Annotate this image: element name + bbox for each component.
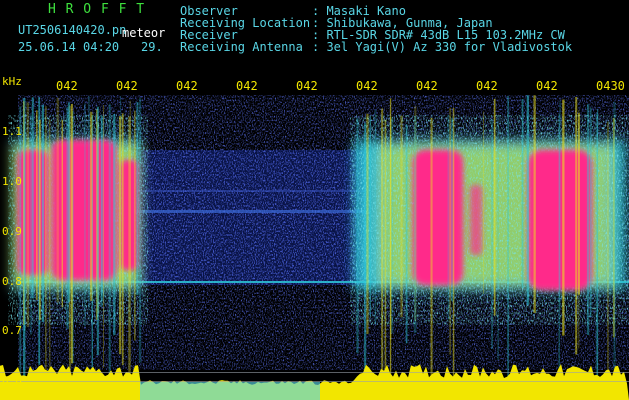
signal-streak [521, 99, 524, 288]
signal-streak [586, 104, 590, 335]
signal-streak [597, 109, 599, 379]
y-tick: 1.1 [2, 125, 22, 138]
signal-streak [139, 97, 142, 363]
signal-streak [39, 120, 41, 321]
signal-streak [30, 114, 32, 335]
signal-streak [483, 111, 484, 294]
time-tick: 0430 [596, 79, 625, 93]
signal-streak [526, 95, 529, 305]
signal-streak [577, 113, 580, 295]
signal-streak [136, 102, 139, 296]
noise-field-dense-2 [130, 150, 370, 285]
signal-streak [41, 104, 44, 323]
signal-streak [128, 116, 131, 379]
time-tick: 042 [56, 79, 78, 93]
signal-streak [84, 103, 86, 327]
signal-streak [121, 113, 124, 366]
time-tick: 042 [356, 79, 378, 93]
signal-streak [400, 115, 403, 318]
signal-streak [103, 105, 104, 368]
signal-streak [49, 119, 51, 386]
signal-streak [374, 109, 377, 324]
time-tick: 042 [116, 79, 138, 93]
signal-streak [113, 114, 116, 336]
signal-streak [449, 107, 451, 355]
signal-streak [562, 99, 565, 336]
signal-streak [134, 110, 136, 341]
y-tick: 0.7 [2, 324, 22, 337]
y-tick: 0.6 [2, 374, 22, 387]
time-tick: 042 [416, 79, 438, 93]
signal-streak [381, 108, 384, 389]
signal-streak [23, 101, 25, 325]
signal-streak [366, 113, 369, 334]
signal-streak [108, 104, 111, 391]
signal-streak [26, 102, 29, 327]
baseline-segment [140, 382, 320, 400]
signal-streak [56, 97, 59, 303]
signal-streak [384, 119, 387, 379]
y-tick: 1.0 [2, 175, 22, 188]
y-tick: 0.9 [2, 225, 22, 238]
signal-streak [607, 122, 609, 380]
signal-streak [590, 107, 592, 317]
signal-streak [96, 106, 99, 356]
time-tick: 042 [176, 79, 198, 93]
spectrogram-screen: H R O F F T UT2506140420.pn meteor 25.06… [0, 0, 629, 400]
signal-streak [575, 97, 578, 355]
time-tick: 042 [236, 79, 258, 93]
separator-line [0, 372, 629, 373]
signal-streak [447, 115, 450, 320]
y-tick: 0.8 [2, 275, 22, 288]
time-tick: 042 [536, 79, 558, 93]
signal-streak [507, 96, 509, 385]
time-tick: 042 [296, 79, 318, 93]
signal-streak [100, 115, 103, 307]
y-axis-unit: kHz [2, 75, 22, 88]
signal-streak [493, 98, 496, 316]
signal-streak [405, 124, 408, 344]
signal-streak [389, 98, 392, 376]
signal-streak [497, 116, 499, 360]
spectrogram-plot [0, 95, 629, 400]
signal-streak [558, 113, 560, 375]
signal-streak [61, 119, 63, 308]
signal-streak [67, 102, 71, 302]
signal-streak [369, 117, 371, 316]
carrier-line-2 [130, 210, 370, 213]
signal-streak [88, 96, 90, 311]
signal-streak [31, 97, 34, 299]
signal-streak [36, 110, 38, 301]
time-tick: 042 [476, 79, 498, 93]
signal-streak [364, 122, 367, 400]
signal-streak [450, 118, 454, 302]
carrier-line-3 [130, 190, 370, 192]
signal-streak [19, 106, 22, 389]
signal-streak [430, 117, 433, 388]
signal-streak [119, 116, 122, 355]
signal-streak [71, 104, 73, 364]
signal-streak [533, 95, 536, 313]
signal-streak [90, 111, 93, 301]
signal-streak [613, 101, 616, 370]
signal-streak [356, 118, 359, 354]
signal-streak [491, 118, 493, 349]
signal-streak [45, 106, 47, 384]
signal-streak [414, 115, 417, 334]
separator-line-2 [0, 381, 629, 382]
